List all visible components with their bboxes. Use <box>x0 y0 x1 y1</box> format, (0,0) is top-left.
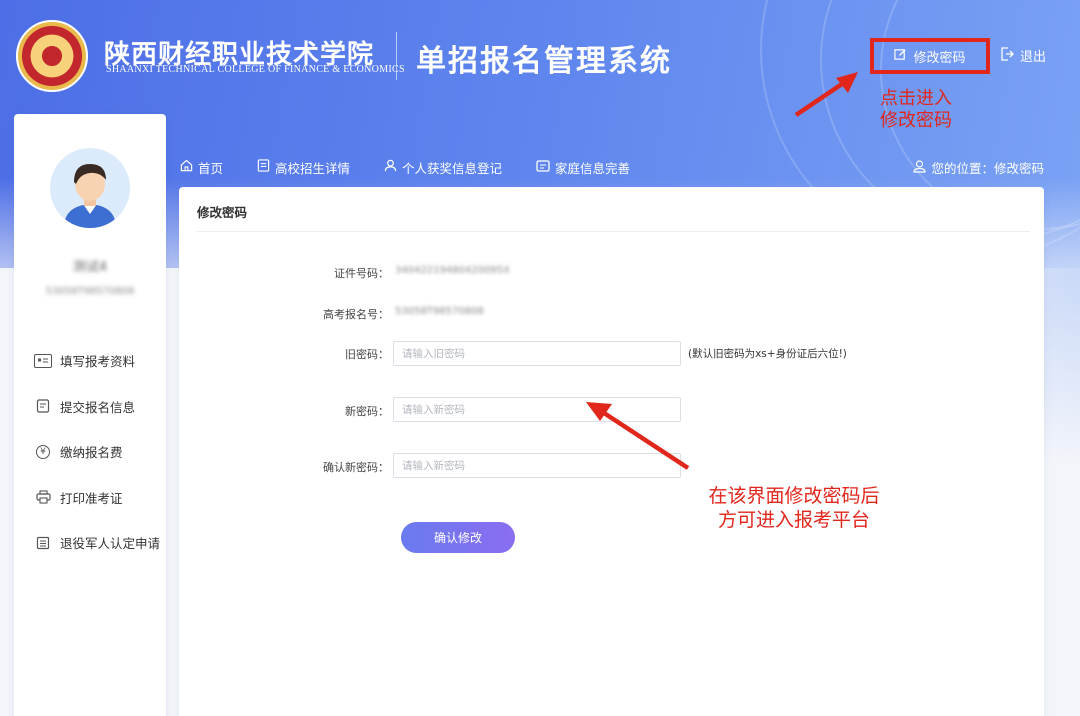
avatar <box>50 148 130 228</box>
home-icon <box>180 159 193 176</box>
top-nav: 首页 高校招生详情 个人获奖信息登记 家庭信息完善 <box>180 158 664 177</box>
yuan-icon: ¥ <box>36 444 50 459</box>
logout-icon <box>1000 46 1014 65</box>
location-icon <box>913 159 927 176</box>
nav-item-label: 高校招生详情 <box>275 161 351 176</box>
sidebar-item-veteran-apply[interactable]: 退役军人认定申请 <box>34 520 160 566</box>
list-icon <box>34 536 52 550</box>
edit-icon <box>894 48 907 65</box>
sidebar-item-label: 填写报考资料 <box>60 354 136 370</box>
school-logo <box>16 20 88 92</box>
sidebar-item-label: 退役军人认定申请 <box>60 536 161 552</box>
change-password-link[interactable]: 修改密码 <box>870 38 990 74</box>
sidebar-item-print-ticket[interactable]: 打印准考证 <box>34 475 160 521</box>
user-id: 53058T98570808 <box>45 286 135 297</box>
confirm-password-input[interactable] <box>393 453 681 478</box>
id-number-label: 证件号码： <box>334 267 389 280</box>
change-password-label: 修改密码 <box>913 50 966 66</box>
sidebar-item-submit-info[interactable]: 提交报名信息 <box>34 384 160 430</box>
id-card-icon <box>34 353 52 368</box>
nav-item-label: 个人获奖信息登记 <box>402 161 503 176</box>
system-title: 单招报名管理系统 <box>416 44 672 79</box>
printer-icon <box>34 490 52 504</box>
old-password-input[interactable] <box>393 341 681 366</box>
sidebar-item-label: 提交报名信息 <box>60 399 136 415</box>
old-password-label: 旧密码： <box>345 348 389 361</box>
old-password-hint: (默认旧密码为xs+身份证后六位!) <box>688 348 847 360</box>
sidebar-item-pay-fee[interactable]: ¥ 缴纳报名费 <box>34 429 160 475</box>
sidebar-menu: 填写报考资料 提交报名信息 ¥ 缴纳报名费 打印准考证 退役军人认定申请 <box>34 338 160 566</box>
form-icon <box>34 399 52 413</box>
document-icon <box>257 159 270 176</box>
form-annotation: 在该界面修改密码后 方可进入报考平台 <box>708 485 880 531</box>
new-password-label: 新密码： <box>345 405 389 418</box>
exam-number-label: 高考报名号： <box>323 308 389 321</box>
exam-number-value: 53058T98570808 <box>395 306 484 317</box>
sidebar: 测试4 53058T98570808 填写报考资料 提交报名信息 ¥ 缴纳报名费… <box>14 114 166 716</box>
nav-item-admission-details[interactable]: 高校招生详情 <box>257 158 350 177</box>
nav-item-family-info[interactable]: 家庭信息完善 <box>536 158 630 177</box>
logout-link[interactable]: 退出 <box>1000 46 1046 65</box>
sidebar-item-fill-info[interactable]: 填写报考资料 <box>34 338 160 384</box>
sidebar-item-label: 打印准考证 <box>60 490 123 506</box>
logout-label: 退出 <box>1020 50 1047 65</box>
id-card-icon <box>536 159 550 176</box>
user-name: 测试4 <box>72 260 108 275</box>
panel-divider <box>197 231 1030 232</box>
nav-item-label: 家庭信息完善 <box>555 161 631 176</box>
confirm-password-label: 确认新密码： <box>323 461 389 474</box>
location-label: 您的位置：修改密码 <box>931 161 1044 176</box>
panel-title: 修改密码 <box>197 205 248 220</box>
new-password-input[interactable] <box>393 397 681 422</box>
nav-item-awards[interactable]: 个人获奖信息登记 <box>384 158 502 177</box>
confirm-change-button[interactable]: 确认修改 <box>401 522 515 553</box>
top-annotation: 点击进入 修改密码 <box>880 88 952 131</box>
sidebar-item-label: 缴纳报名费 <box>60 445 123 461</box>
header-divider <box>396 32 397 80</box>
id-number-value: 34042219480420095X <box>395 265 511 276</box>
change-password-panel: 修改密码 证件号码： 34042219480420095X 高考报名号： 530… <box>179 187 1044 716</box>
nav-item-label: 首页 <box>198 161 224 176</box>
breadcrumb: 您的位置：修改密码 <box>913 158 1044 177</box>
nav-item-home[interactable]: 首页 <box>180 158 223 177</box>
school-name-en: SHAANXI TECHNICAL COLLEGE OF FINANCE & E… <box>106 64 405 75</box>
user-icon <box>384 159 397 176</box>
